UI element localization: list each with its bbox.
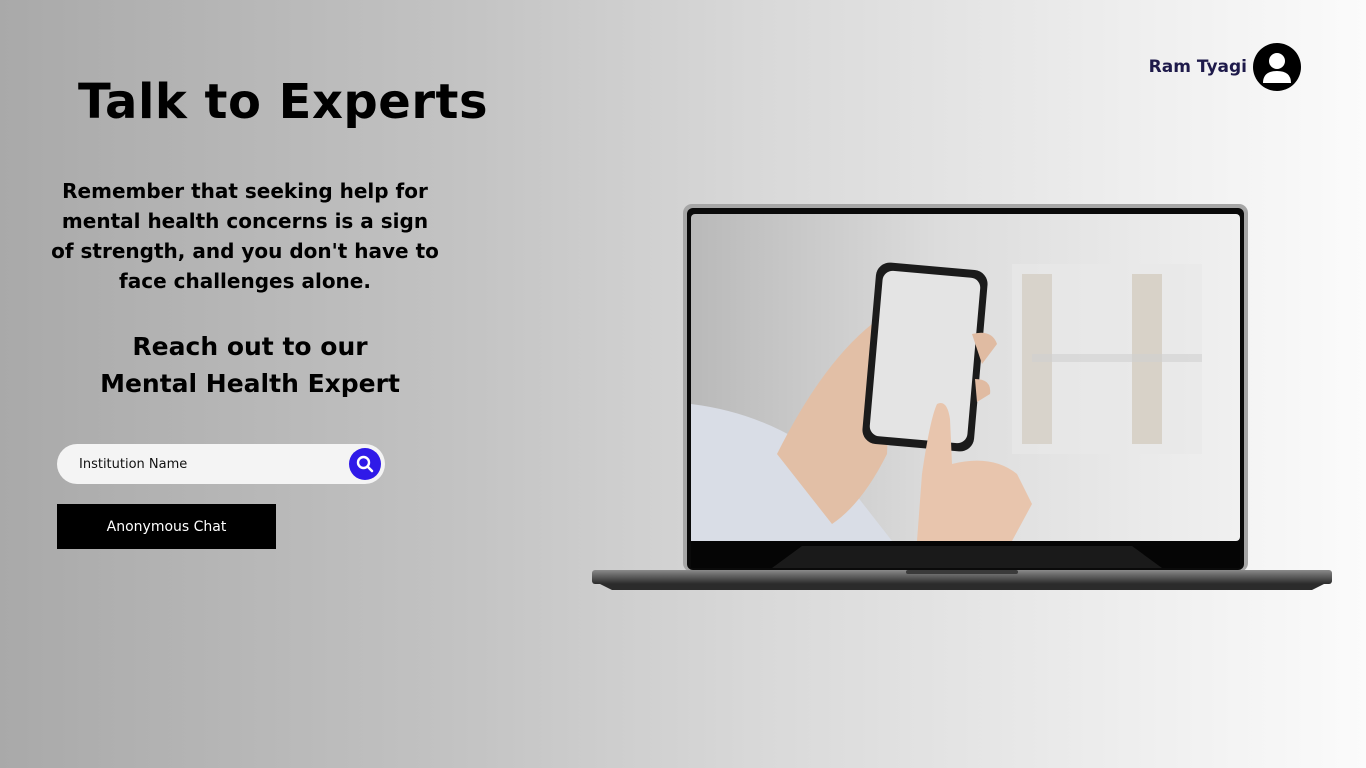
user-name: Ram Tyagi — [1148, 57, 1247, 77]
institution-search — [57, 444, 385, 484]
reach-line-1: Reach out to our — [132, 332, 368, 361]
user-icon[interactable] — [1253, 43, 1301, 91]
anonymous-chat-button[interactable]: Anonymous Chat — [57, 504, 276, 549]
reach-out-heading: Reach out to our Mental Health Expert — [80, 328, 420, 402]
user-profile[interactable]: Ram Tyagi — [1149, 43, 1301, 91]
institution-search-input[interactable] — [77, 455, 349, 473]
reach-line-2: Mental Health Expert — [100, 369, 400, 398]
search-button[interactable] — [349, 448, 381, 480]
laptop-illustration — [592, 204, 1334, 592]
intro-text: Remember that seeking help for mental he… — [51, 179, 439, 293]
page-title: Talk to Experts — [78, 74, 489, 130]
search-icon — [356, 455, 374, 473]
